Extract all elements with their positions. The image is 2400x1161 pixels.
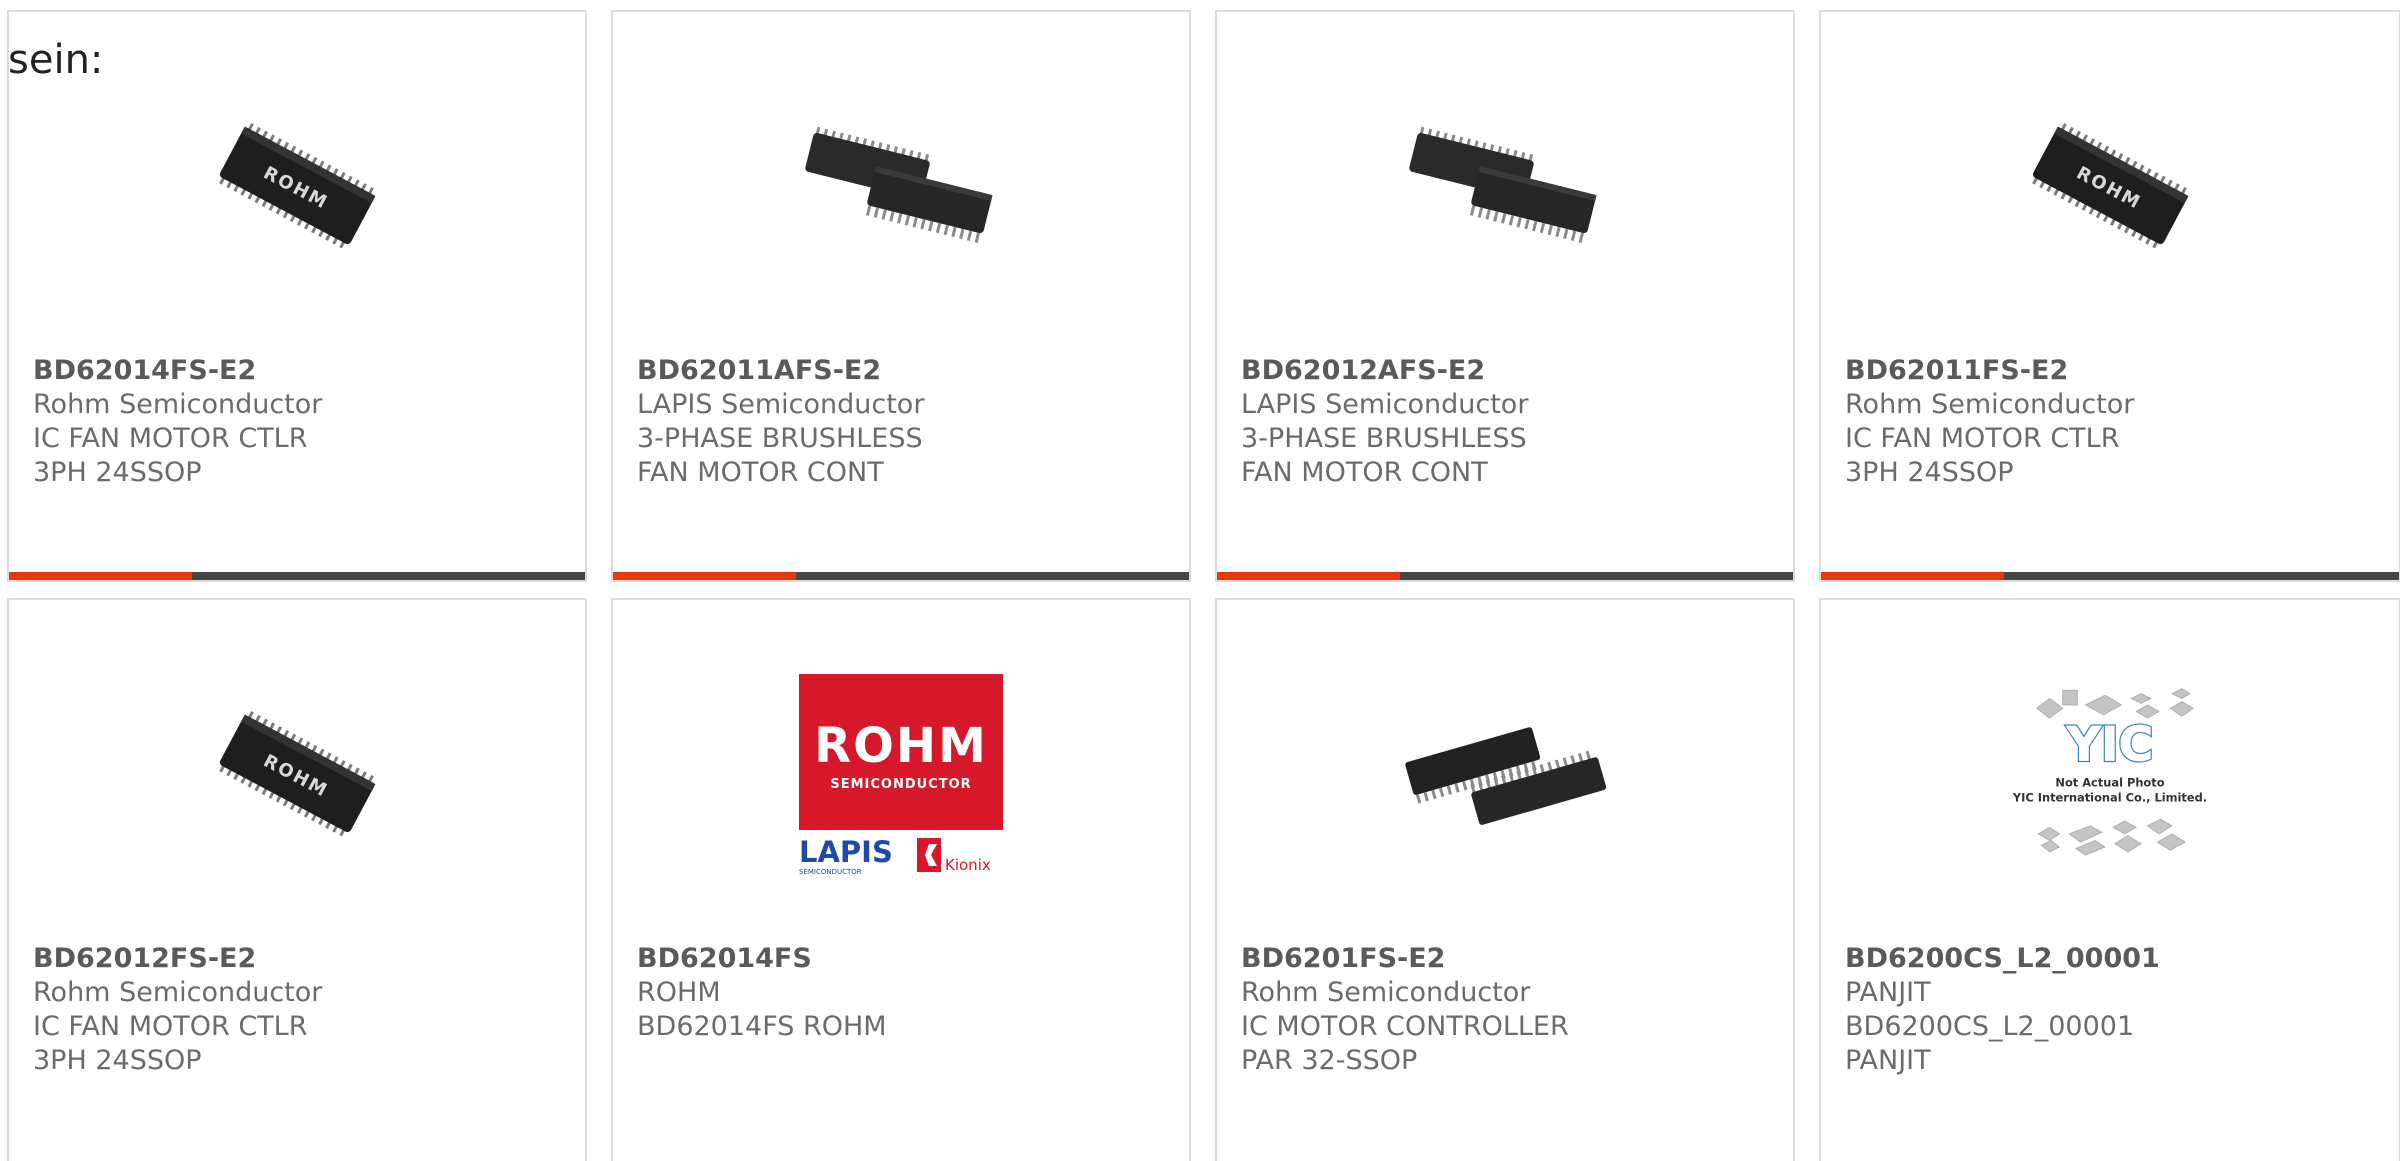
rohm-logo-icon: ROHM SEMICONDUCTOR LAPIS SEMICONDUCTOR K… [799,674,1003,878]
product-info: BD6201FS-E2 Rohm Semiconductor IC MOTOR … [1241,942,1571,1078]
product-info: BD62012FS-E2 Rohm Semiconductor IC FAN M… [33,942,363,1078]
product-card[interactable]: BD6201FS-E2 Rohm Semiconductor IC MOTOR … [1215,598,1795,1161]
part-number-link[interactable]: BD62011AFS-E2 [637,354,967,388]
part-number-link[interactable]: BD62011FS-E2 [1845,354,2175,388]
product-info: BD62014FS ROHM BD62014FS ROHM [637,942,967,1044]
card-bottom-bar [9,572,585,580]
card-bottom-bar [613,572,1189,580]
part-number-link[interactable]: BD6200CS_L2_00001 [1845,942,2175,976]
product-info: BD62011FS-E2 Rohm Semiconductor IC FAN M… [1845,354,2175,490]
manufacturer-name: LAPIS Semiconductor [637,389,925,420]
product-card[interactable]: YIC YIC Not Actual Photo YIC Internation… [1819,598,2400,1161]
card-bottom-bar [1217,572,1793,580]
svg-text:YIC: YIC [2066,717,2154,772]
product-card[interactable]: ROHM SEMICONDUCTOR LAPIS SEMICONDUCTOR K… [611,598,1191,1161]
svg-text:SEMICONDUCTOR: SEMICONDUCTOR [830,777,971,792]
manufacturer-name: Rohm Semiconductor [33,389,323,420]
chip-pair-long-icon [1403,674,1607,878]
svg-text:Kionix: Kionix [945,856,991,874]
product-description: IC FAN MOTOR CTLR 3PH 24SSOP [1845,423,2120,488]
product-card[interactable]: ROHM BD62014FS-E2 Rohm Semiconductor IC … [7,10,587,582]
part-number-link[interactable]: BD62012AFS-E2 [1241,354,1571,388]
intro-text: sein: [8,37,104,83]
product-info: BD6200CS_L2_00001 PANJIT BD6200CS_L2_000… [1845,942,2175,1078]
chip-rohm-icon: ROHM [195,86,399,290]
part-number-link[interactable]: BD62014FS [637,942,967,976]
manufacturer-name: PANJIT [1845,977,1931,1008]
card-bottom-bar [1821,572,2399,580]
manufacturer-name: ROHM [637,977,721,1008]
product-description: 3-PHASE BRUSHLESS FAN MOTOR CONT [637,423,923,488]
product-description: 3-PHASE BRUSHLESS FAN MOTOR CONT [1241,423,1527,488]
placeholder-line1: Not Actual Photo [2055,776,2164,790]
svg-text:ROHM: ROHM [814,718,988,774]
product-description: BD62014FS ROHM [637,1011,887,1042]
product-description: BD6200CS_L2_00001 PANJIT [1845,1011,2135,1076]
product-grid-page: sein: ROHM BD62014FS-E2 Rohm Semiconduct… [0,0,2400,1161]
manufacturer-name: LAPIS Semiconductor [1241,389,1529,420]
placeholder-line2: YIC International Co., Limited. [2012,790,2207,804]
product-card[interactable]: BD62011AFS-E2 LAPIS Semiconductor 3-PHAS… [611,10,1191,582]
manufacturer-name: Rohm Semiconductor [33,977,323,1008]
manufacturer-name: Rohm Semiconductor [1845,389,2135,420]
product-card[interactable]: BD62012AFS-E2 LAPIS Semiconductor 3-PHAS… [1215,10,1795,582]
chip-rohm-icon: ROHM [195,674,399,878]
svg-text:SEMICONDUCTOR: SEMICONDUCTOR [799,868,862,876]
manufacturer-name: Rohm Semiconductor [1241,977,1531,1008]
product-description: IC MOTOR CONTROLLER PAR 32-SSOP [1241,1011,1569,1076]
product-info: BD62012AFS-E2 LAPIS Semiconductor 3-PHAS… [1241,354,1571,490]
part-number-link[interactable]: BD62012FS-E2 [33,942,363,976]
product-info: BD62014FS-E2 Rohm Semiconductor IC FAN M… [33,354,363,490]
chip-rohm-icon: ROHM [2008,86,2212,290]
product-card[interactable]: ROHM BD62011FS-E2 Rohm Semiconductor IC … [1819,10,2400,582]
svg-text:LAPIS: LAPIS [799,835,893,869]
chip-pair-icon [1403,86,1607,290]
product-card[interactable]: ROHM BD62012FS-E2 Rohm Semiconductor IC … [7,598,587,1161]
product-description: IC FAN MOTOR CTLR 3PH 24SSOP [33,1011,308,1076]
yic-placeholder-icon: YIC YIC Not Actual Photo YIC Internation… [2008,674,2212,878]
chip-pair-icon [799,86,1003,290]
part-number-link[interactable]: BD6201FS-E2 [1241,942,1571,976]
part-number-link[interactable]: BD62014FS-E2 [33,354,363,388]
product-info: BD62011AFS-E2 LAPIS Semiconductor 3-PHAS… [637,354,967,490]
product-description: IC FAN MOTOR CTLR 3PH 24SSOP [33,423,308,488]
